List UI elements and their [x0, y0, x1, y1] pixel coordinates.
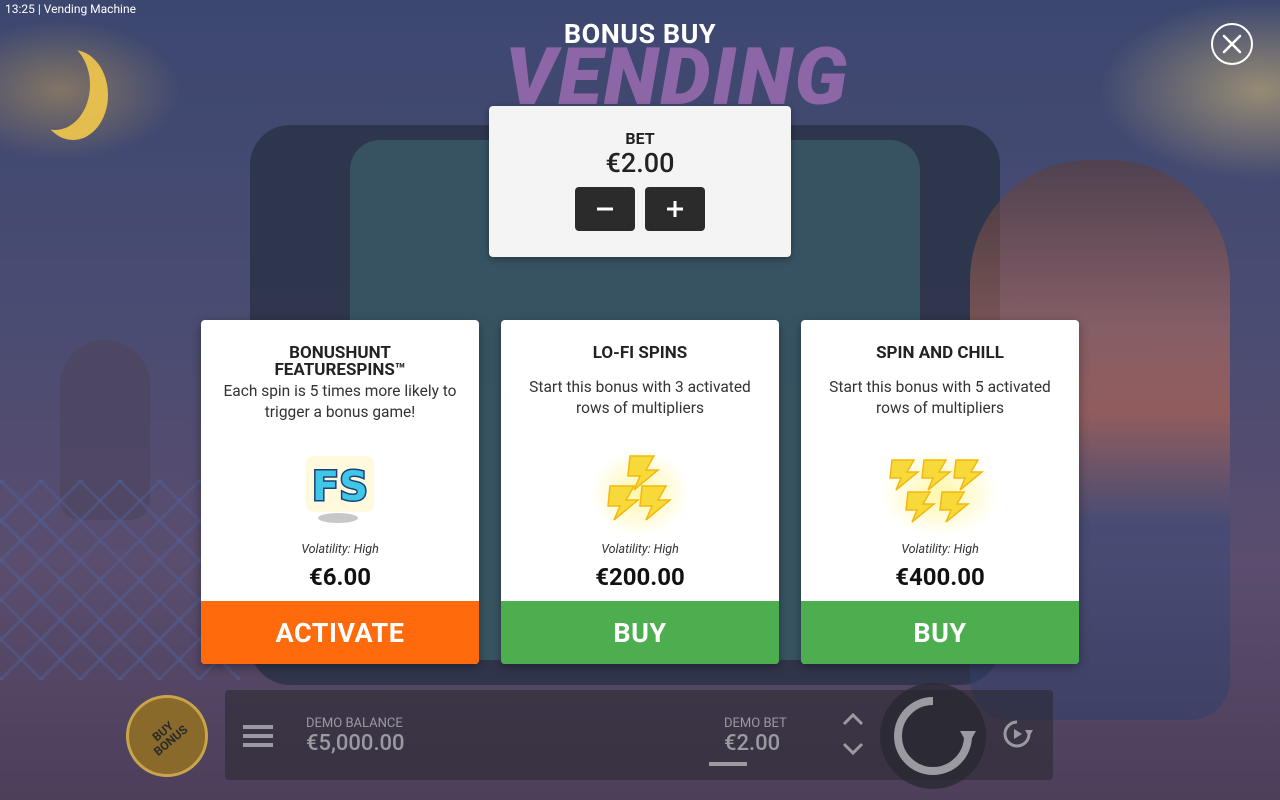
card-price: €200.00	[595, 563, 685, 591]
demo-balance-value: €5,000.00	[306, 731, 405, 756]
card-icon-wrapper: FS	[201, 448, 479, 528]
menu-icon[interactable]	[241, 722, 275, 750]
buy-bonus-label: BUY BONUS	[149, 718, 191, 759]
activate-button[interactable]: ACTIVATE	[201, 601, 479, 664]
bet-value: €2.00	[605, 147, 675, 179]
bet-down-arrow-icon[interactable]	[842, 742, 864, 756]
status-bar-title: 13:25 | Vending Machine	[5, 2, 136, 16]
card-icon-wrapper	[501, 448, 779, 537]
card-price: €6.00	[308, 563, 372, 591]
demo-bet-label: DEMO BET	[724, 716, 787, 731]
bonus-card-bonushunt: BONUSHUNT FEATURESPINS™ Each spin is 5 t…	[201, 320, 479, 664]
buy-button-lofi-spins[interactable]: BUY	[501, 601, 779, 664]
demo-bet-value: €2.00	[724, 731, 781, 756]
modal-title: BONUS BUY	[563, 18, 717, 50]
spin-icon	[894, 697, 976, 775]
fs-icon: FS	[306, 456, 374, 523]
five-lightning-icon	[880, 449, 1000, 537]
three-lightning-icon	[590, 449, 690, 537]
card-volatility: Volatility: High	[901, 542, 979, 557]
card-description: Start this bonus with 3 activated rows o…	[529, 378, 751, 417]
card-title: BONUSHUNT FEATURESPINS™	[201, 345, 479, 379]
autoplay-icon[interactable]	[1001, 718, 1033, 750]
buy-button-spin-and-chill[interactable]: BUY	[801, 601, 1079, 664]
close-button[interactable]	[1211, 23, 1253, 65]
bonus-card-spin-and-chill: SPIN AND CHILL Start this bonus with 5 a…	[801, 320, 1079, 664]
spin-button[interactable]	[880, 683, 986, 789]
buy-bonus-button[interactable]: BUY BONUS	[126, 695, 208, 777]
minus-icon	[597, 207, 613, 211]
card-icon-wrapper	[801, 448, 1079, 537]
plus-icon	[667, 201, 683, 217]
bet-up-arrow-icon[interactable]	[842, 712, 864, 726]
card-description: Each spin is 5 times more likely to trig…	[223, 382, 457, 421]
demo-balance-label: DEMO BALANCE	[306, 716, 403, 731]
svg-text:FS: FS	[312, 464, 368, 510]
card-title-line2: FEATURESPINS™	[274, 360, 406, 380]
close-icon	[1222, 34, 1242, 54]
moon-decoration	[20, 40, 90, 130]
increase-bet-button[interactable]	[645, 187, 705, 231]
card-title: LO-FI SPINS	[592, 343, 688, 363]
decrease-bet-button[interactable]	[575, 187, 635, 231]
bet-panel: BET €2.00	[489, 106, 791, 257]
bet-buttons	[489, 187, 791, 231]
card-price: €400.00	[895, 563, 985, 591]
bonus-card-lofi-spins: LO-FI SPINS Start this bonus with 3 acti…	[501, 320, 779, 664]
bet-underline	[709, 762, 747, 766]
card-title: SPIN AND CHILL	[876, 343, 1004, 363]
bet-label: BET	[625, 129, 655, 148]
card-description: Start this bonus with 5 activated rows o…	[829, 378, 1051, 417]
card-volatility: Volatility: High	[601, 542, 679, 557]
card-volatility: Volatility: High	[301, 542, 379, 557]
